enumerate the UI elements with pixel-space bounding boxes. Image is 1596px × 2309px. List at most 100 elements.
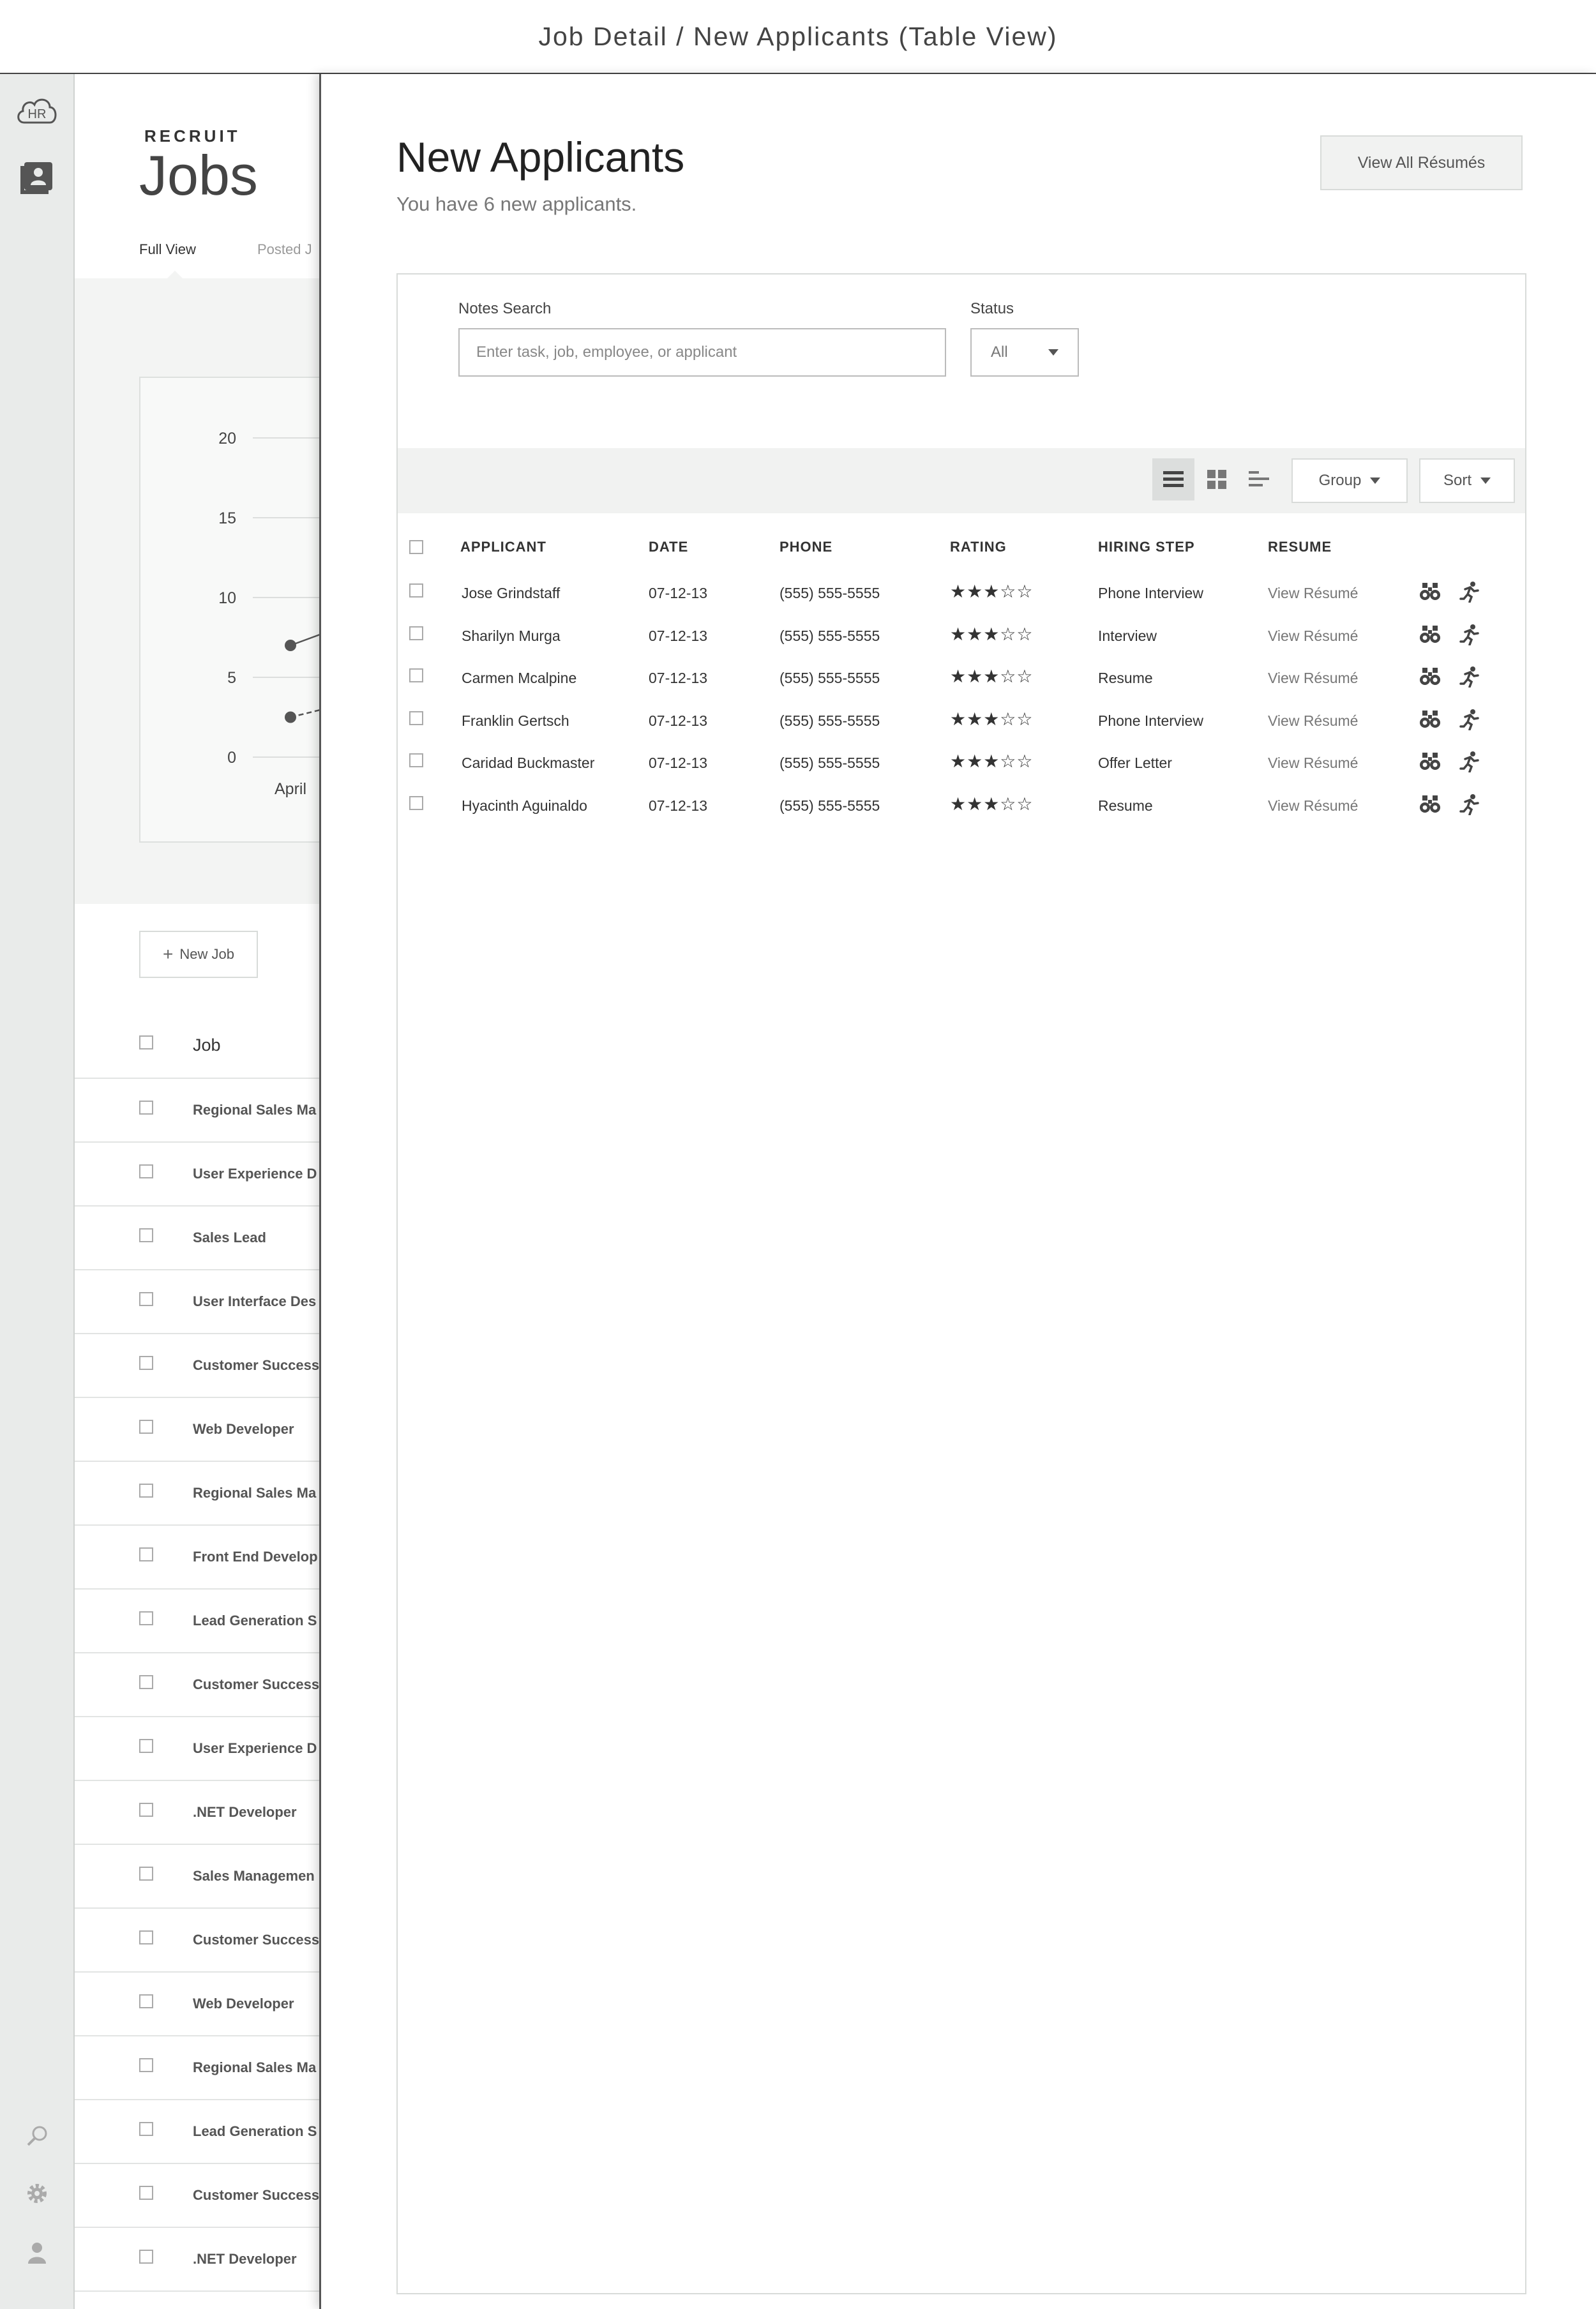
job-row[interactable]: Regional Sales Ma xyxy=(75,1079,320,1143)
job-row-checkbox[interactable] xyxy=(139,1484,153,1498)
job-row-checkbox[interactable] xyxy=(139,1739,153,1753)
job-row[interactable]: Lead Generation S xyxy=(75,1590,320,1653)
view-resume-link[interactable]: View Résumé xyxy=(1268,628,1358,645)
job-row-checkbox[interactable] xyxy=(139,1228,153,1242)
row-checkbox[interactable] xyxy=(409,711,423,725)
job-row-checkbox[interactable] xyxy=(139,1164,153,1178)
view-resume-link[interactable]: View Résumé xyxy=(1268,670,1358,687)
tab-full-view[interactable]: Full View xyxy=(139,241,196,258)
col-hiring-step[interactable]: HIRING STEP xyxy=(1098,539,1195,555)
new-job-button[interactable]: + New Job xyxy=(139,931,258,978)
job-row[interactable]: Regional Sales Ma xyxy=(75,1462,320,1526)
job-row[interactable]: Sales Managemen xyxy=(75,1845,320,1909)
job-title[interactable]: Customer Success xyxy=(193,1357,319,1374)
table-row[interactable]: Caridad Buckmaster 07-12-13 (555) 555-5555… xyxy=(398,742,1525,784)
job-row-checkbox[interactable] xyxy=(139,1803,153,1817)
job-row[interactable]: Regional Sales Ma xyxy=(75,2036,320,2100)
list-view-icon[interactable] xyxy=(1152,458,1194,500)
job-row-checkbox[interactable] xyxy=(139,1101,153,1115)
running-person-icon[interactable] xyxy=(1459,793,1480,818)
rating-stars[interactable]: ★★★☆☆ xyxy=(950,709,1034,730)
job-title[interactable]: Customer Success xyxy=(193,2187,319,2204)
col-date[interactable]: DATE xyxy=(649,539,688,555)
job-row[interactable]: Web Developer xyxy=(75,1398,320,1462)
tab-posted-jobs[interactable]: Posted J xyxy=(257,241,312,258)
col-resume[interactable]: RESUME xyxy=(1268,539,1332,555)
running-person-icon[interactable] xyxy=(1459,666,1480,691)
rating-stars[interactable]: ★★★☆☆ xyxy=(950,666,1034,687)
job-row[interactable]: .NET Developer xyxy=(75,2228,320,2292)
user-icon[interactable] xyxy=(13,2239,61,2265)
job-row-checkbox[interactable] xyxy=(139,1547,153,1561)
row-checkbox[interactable] xyxy=(409,796,423,810)
job-row-checkbox[interactable] xyxy=(139,1867,153,1881)
job-row-checkbox[interactable] xyxy=(139,1420,153,1434)
col-rating[interactable]: RATING xyxy=(950,539,1007,555)
job-row-checkbox[interactable] xyxy=(139,2122,153,2136)
row-checkbox[interactable] xyxy=(409,583,423,598)
job-title[interactable]: Regional Sales Ma xyxy=(193,2059,316,2076)
timeline-view-icon[interactable] xyxy=(1238,458,1280,500)
job-title[interactable]: User Experience D xyxy=(193,1740,317,1757)
hr-cloud-icon[interactable]: HR xyxy=(13,92,61,130)
view-resume-link[interactable]: View Résumé xyxy=(1268,712,1358,730)
job-title[interactable]: Front End Develop xyxy=(193,1549,318,1565)
table-row[interactable]: Sharilyn Murga 07-12-13 (555) 555-5555 ★★★☆… xyxy=(398,615,1525,657)
col-phone[interactable]: PHONE xyxy=(779,539,832,555)
job-row-checkbox[interactable] xyxy=(139,1994,153,2008)
job-title[interactable]: Customer Success xyxy=(193,1676,319,1693)
binoculars-icon[interactable] xyxy=(1419,581,1441,606)
job-row[interactable]: User Experience D xyxy=(75,1717,320,1781)
grid-view-icon[interactable] xyxy=(1196,458,1238,500)
applicants-icon[interactable] xyxy=(13,160,61,195)
view-resume-link[interactable]: View Résumé xyxy=(1268,755,1358,772)
binoculars-icon[interactable] xyxy=(1419,624,1441,649)
job-row-checkbox[interactable] xyxy=(139,1675,153,1689)
job-row[interactable]: Sales Lead xyxy=(75,1207,320,1270)
binoculars-icon[interactable] xyxy=(1419,751,1441,776)
running-person-icon[interactable] xyxy=(1459,581,1480,606)
job-row-checkbox[interactable] xyxy=(139,1930,153,1944)
rating-stars[interactable]: ★★★☆☆ xyxy=(950,581,1034,602)
job-title[interactable]: Lead Generation S xyxy=(193,2123,317,2140)
job-row[interactable]: User Interface Des xyxy=(75,1270,320,1334)
notes-search-input[interactable] xyxy=(458,328,946,377)
job-title[interactable]: Regional Sales Ma xyxy=(193,1485,316,1501)
row-checkbox[interactable] xyxy=(409,626,423,640)
job-title[interactable]: Sales Managemen xyxy=(193,1868,315,1884)
rating-stars[interactable]: ★★★☆☆ xyxy=(950,793,1034,815)
col-applicant[interactable]: APPLICANT xyxy=(460,539,546,555)
job-title[interactable]: Customer Success xyxy=(193,1932,319,1948)
job-row[interactable]: Web Developer xyxy=(75,1973,320,2036)
job-row-checkbox[interactable] xyxy=(139,2250,153,2264)
search-icon[interactable] xyxy=(13,2123,61,2149)
running-person-icon[interactable] xyxy=(1459,624,1480,649)
table-row[interactable]: Hyacinth Aguinaldo 07-12-13 (555) 555-5555… xyxy=(398,785,1525,827)
table-row[interactable]: Jose Grindstaff 07-12-13 (555) 555-5555 ★★★… xyxy=(398,572,1525,614)
job-row[interactable]: Customer Success xyxy=(75,1909,320,1973)
running-person-icon[interactable] xyxy=(1459,751,1480,776)
job-row[interactable]: User Experience D xyxy=(75,1143,320,1207)
job-title[interactable]: User Interface Des xyxy=(193,1293,316,1310)
binoculars-icon[interactable] xyxy=(1419,793,1441,818)
row-checkbox[interactable] xyxy=(409,668,423,683)
select-all-jobs-checkbox[interactable] xyxy=(139,1035,153,1049)
status-select[interactable]: All xyxy=(970,328,1079,377)
job-title[interactable]: User Experience D xyxy=(193,1166,317,1182)
running-person-icon[interactable] xyxy=(1459,709,1480,733)
job-row-checkbox[interactable] xyxy=(139,1611,153,1625)
job-row[interactable]: .NET Developer xyxy=(75,1781,320,1845)
job-title[interactable]: Lead Generation S xyxy=(193,1613,317,1629)
job-title[interactable]: .NET Developer xyxy=(193,1804,297,1821)
view-resume-link[interactable]: View Résumé xyxy=(1268,797,1358,815)
group-dropdown[interactable]: Group xyxy=(1291,458,1408,503)
view-all-resumes-button[interactable]: View All Résumés xyxy=(1320,135,1523,190)
table-row[interactable]: Carmen Mcalpine 07-12-13 (555) 555-5555 ★★★… xyxy=(398,657,1525,699)
binoculars-icon[interactable] xyxy=(1419,709,1441,733)
job-title[interactable]: Sales Lead xyxy=(193,1230,266,1246)
table-row[interactable]: Franklin Gertsch 07-12-13 (555) 555-5555 ★★… xyxy=(398,700,1525,742)
job-row[interactable]: Lead Generation S xyxy=(75,2100,320,2164)
job-title[interactable]: .NET Developer xyxy=(193,2251,297,2268)
job-title[interactable]: Web Developer xyxy=(193,1421,294,1438)
job-title[interactable]: Web Developer xyxy=(193,1996,294,2012)
